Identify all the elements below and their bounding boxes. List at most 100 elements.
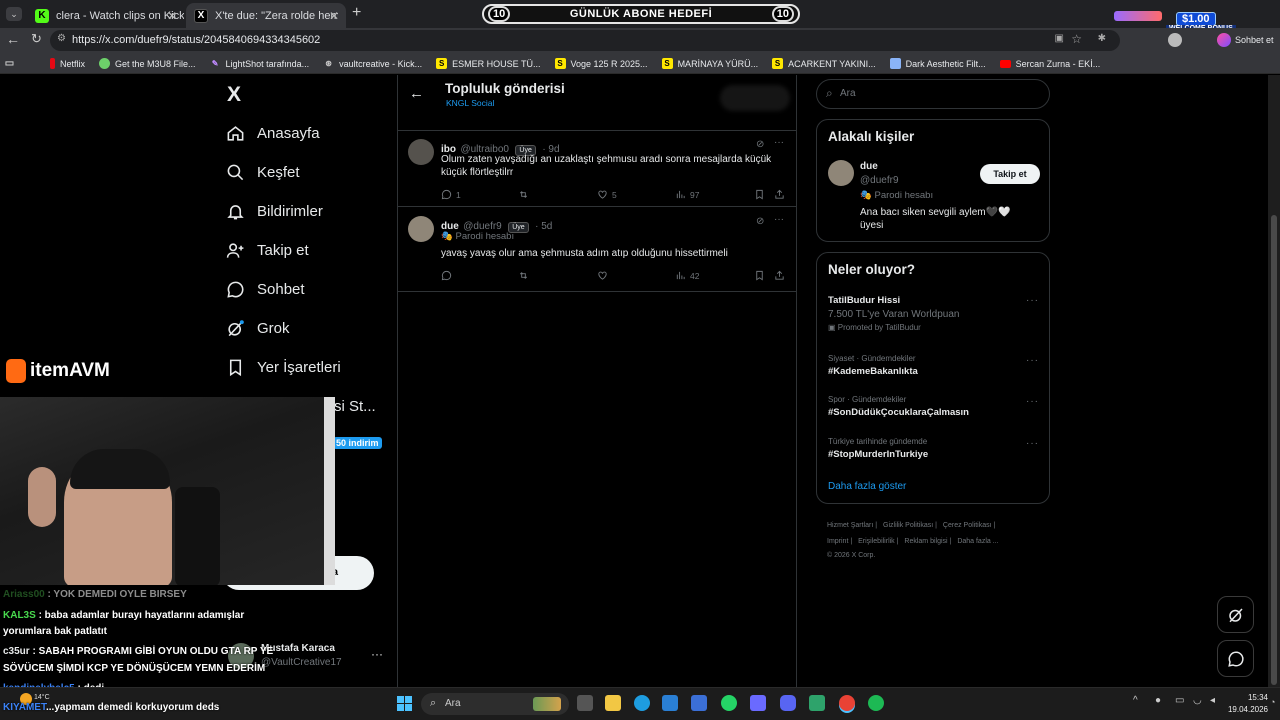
avatar[interactable] (828, 160, 854, 186)
whatsapp-icon[interactable] (721, 695, 737, 711)
grok-tweet-icon[interactable]: ⊘ (756, 216, 764, 227)
install-app-icon[interactable]: ▣ (1055, 33, 1064, 44)
reload-button[interactable]: ↻ (31, 31, 42, 47)
bookmark-item[interactable]: Netflix (50, 58, 85, 69)
bookmarks-menu-icon[interactable]: ▭ (4, 58, 20, 69)
trend-more-icon[interactable]: ··· (1026, 295, 1039, 306)
reply-tweet[interactable]: due @duefr9 Üye · 5d ⊘ ··· 🎭 Parodi hesa… (398, 207, 797, 292)
avatar[interactable] (408, 139, 434, 165)
footer-link[interactable]: Daha fazla ... (957, 538, 998, 545)
spotify-icon[interactable] (868, 695, 884, 711)
bookmark-item[interactable]: S MARİNAYA YÜRÜ... (661, 58, 758, 69)
more-icon[interactable]: ··· (774, 137, 784, 148)
nav-chat[interactable]: Sohbet (226, 280, 305, 299)
bookmark-item[interactable]: ⊛ vaultcreative - Kick... (323, 58, 422, 69)
close-tab-icon[interactable]: ✕ (167, 9, 177, 23)
show-more-link[interactable]: Daha fazla göster (828, 481, 906, 492)
person-handle[interactable]: @duefr9 (860, 175, 899, 186)
grok-float-button[interactable] (1217, 596, 1254, 633)
search-box[interactable]: ⌕ Ara (816, 79, 1050, 109)
wifi-icon[interactable]: ◡ (1193, 695, 1202, 706)
views-button[interactable]: 42 (675, 270, 699, 281)
footer-link[interactable]: Imprint (827, 538, 848, 545)
bookmark-item[interactable]: Sercan Zurna - EKİ... (999, 59, 1100, 69)
scrollbar-track[interactable] (1268, 75, 1280, 687)
network-icon[interactable]: ▭ (1175, 695, 1184, 706)
nav-partial-item[interactable]: si St... (334, 398, 376, 415)
new-tab-button[interactable]: + (352, 4, 361, 22)
edge-icon[interactable] (634, 695, 650, 711)
trend-more-icon[interactable]: ··· (1026, 355, 1039, 366)
trend-more-icon[interactable]: ··· (1026, 438, 1039, 449)
bookmark-item[interactable]: S ESMER HOUSE TÜ... (436, 58, 541, 69)
x-logo[interactable]: X (227, 83, 241, 107)
messages-float-button[interactable] (1217, 640, 1254, 677)
repost-button[interactable] (518, 189, 533, 200)
profile-avatar[interactable] (1168, 33, 1182, 47)
app-icon[interactable] (809, 695, 825, 711)
chrome-icon[interactable] (839, 695, 855, 711)
bookmark-item[interactable]: ✎ LightShot tarafında... (210, 58, 309, 69)
nav-notifications[interactable]: Bildirimler (226, 202, 323, 221)
more-icon[interactable]: ··· (774, 214, 784, 225)
extensions-icon[interactable]: ✱ (1098, 33, 1106, 44)
like-button[interactable] (597, 270, 612, 281)
bookmark-item[interactable]: Get the M3U8 File... (99, 58, 196, 69)
footer-link[interactable]: Hizmet Şartları (827, 522, 873, 529)
community-link[interactable]: KNGL Social (446, 98, 494, 108)
views-button[interactable]: 97 (675, 189, 699, 200)
discord-icon[interactable] (780, 695, 796, 711)
nav-bookmarks[interactable]: Yer İşaretleri (226, 358, 341, 377)
person-name[interactable]: due (860, 161, 878, 172)
store-icon[interactable] (662, 695, 678, 711)
bookmark-item[interactable]: Dark Aesthetic Filt... (889, 58, 986, 69)
nav-follow[interactable]: Takip et (226, 241, 309, 260)
taskbar-search[interactable]: ⌕ Ara (421, 693, 569, 715)
avatar[interactable] (408, 216, 434, 242)
start-button[interactable] (397, 696, 412, 711)
trend-item[interactable]: Türkiye tarihinde gündemde #StopMurderIn… (828, 437, 1040, 460)
trend-item[interactable]: Siyaset · Gündemdekiler #KademeBakanlıkt… (828, 354, 1040, 377)
trend-more-icon[interactable]: ··· (1026, 396, 1039, 407)
back-arrow-icon[interactable]: ← (409, 85, 424, 102)
trend-item[interactable]: TatilBudur Hissi 7.500 TL'ye Varan World… (828, 295, 1040, 332)
volume-icon[interactable]: ◂ (1210, 695, 1215, 706)
nav-home[interactable]: Anasayfa (226, 124, 320, 143)
tab-x-post[interactable]: X X'te due: "Zera rolde hemen yavşa ✕ (186, 3, 346, 28)
clock-date[interactable]: 19.04.2026 (1220, 705, 1268, 714)
footer-link[interactable]: Gizlilik Politikası (883, 522, 933, 529)
reply-button[interactable]: 1 (441, 189, 461, 200)
bookmark-item[interactable]: S ACARKENT YAKINI... (772, 58, 876, 69)
follow-button[interactable]: Takip et (980, 164, 1040, 184)
clock-time[interactable]: 15:34 (1232, 693, 1268, 702)
site-info-icon[interactable]: ⚙ (57, 33, 66, 44)
repost-button[interactable] (518, 270, 533, 281)
share-button[interactable] (774, 189, 789, 200)
account-more-icon[interactable]: ··· (371, 647, 383, 661)
trend-item[interactable]: Spor · Gündemdekiler #SonDüdükÇocuklaraÇ… (828, 395, 1040, 418)
profile-label[interactable]: Sohbet et (1235, 35, 1274, 45)
bookmark-item[interactable]: S Voge 125 R 2025... (554, 58, 648, 69)
task-view-icon[interactable] (577, 695, 593, 711)
tweet-time[interactable]: · 5d (535, 221, 552, 232)
notification-bell-icon[interactable]: ◔ (1270, 697, 1275, 707)
footer-link[interactable]: Erişilebilirlik (858, 538, 895, 545)
minimize-icon[interactable] (1203, 12, 1211, 13)
close-tab-icon[interactable]: ✕ (329, 9, 339, 23)
footer-link[interactable]: Reklam bilgisi (904, 538, 947, 545)
reply-tweet[interactable]: ibo @ultraibo0 Üye · 9d ⊘ ··· Olum zaten… (398, 131, 797, 207)
bookmark-button[interactable] (754, 270, 769, 281)
nav-explore[interactable]: Keşfet (226, 163, 300, 182)
footer-link[interactable]: Çerez Politikası (943, 522, 992, 529)
like-button[interactable]: 5 (597, 189, 617, 200)
nav-grok[interactable]: Grok (226, 319, 290, 338)
back-button[interactable]: ← (6, 31, 20, 47)
file-explorer-icon[interactable] (605, 695, 621, 711)
mail-icon[interactable] (691, 695, 707, 711)
reply-button[interactable] (441, 270, 456, 281)
grok-tweet-icon[interactable]: ⊘ (756, 139, 764, 150)
app-icon[interactable] (750, 695, 766, 711)
address-bar[interactable]: ⚙ https://x.com/duefr9/status/2045840694… (50, 30, 1120, 51)
scrollbar-thumb[interactable] (1271, 215, 1277, 685)
tab-list-button[interactable]: ⌄ (6, 7, 22, 21)
